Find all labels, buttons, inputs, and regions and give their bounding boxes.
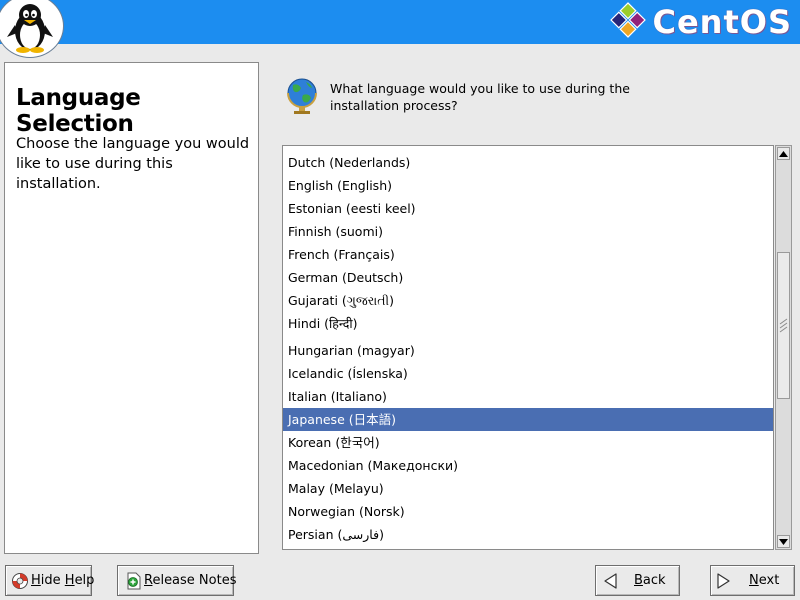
brand: CentOS [610,2,792,42]
language-option[interactable]: Japanese (日本語) [283,408,773,431]
language-option[interactable]: Icelandic (Íslenska) [283,362,773,385]
release-notes-button[interactable]: Release Notes [117,565,237,596]
language-option[interactable]: Estonian (eesti keel) [283,197,773,220]
language-option[interactable]: Hungarian (magyar) [283,339,773,362]
arrow-down-icon [779,538,788,545]
language-option[interactable]: Finnish (suomi) [283,220,773,243]
help-text: Choose the language you would like to us… [16,136,250,192]
lifebuoy-icon [11,572,29,590]
brand-name: CentOS [652,3,792,41]
language-option[interactable]: Korean (한국어) [283,431,773,454]
language-question: What language would you like to use duri… [330,81,630,113]
language-option[interactable]: Dutch (Nederlands) [283,151,773,174]
back-label: Back [634,573,666,588]
language-option[interactable]: French (Français) [283,243,773,266]
language-list[interactable]: Dutch (Nederlands) English (English) Eston… [282,145,774,550]
language-option[interactable]: Persian (فارسی) [283,523,773,546]
scroll-up-button[interactable] [777,147,790,160]
grip-icon [779,318,788,333]
next-label: Next [749,573,780,588]
scroll-thumb[interactable] [777,252,790,399]
language-option[interactable]: German (Deutsch) [283,266,773,289]
hide-help-button[interactable]: Hide Help [5,565,95,596]
tux-penguin-icon [0,0,64,58]
language-option[interactable]: Hindi (हिन्दी) [283,312,773,335]
language-option[interactable]: English (English) [283,174,773,197]
centos-logo-icon [610,2,647,42]
globe-icon [284,76,320,116]
document-add-icon [126,572,142,590]
header-bar: CentOS [0,0,800,58]
arrow-up-icon [779,150,788,157]
release-notes-label: Release Notes [144,573,237,588]
page-title: Language Selection [16,85,141,137]
back-button[interactable]: Back [595,565,680,596]
hide-help-label: Hide Help [31,573,95,588]
language-list-scrollbar[interactable] [775,145,792,550]
language-option[interactable]: Malay (Melayu) [283,477,773,500]
language-option[interactable]: Italian (Italiano) [283,385,773,408]
scroll-down-button[interactable] [777,535,790,548]
arrow-right-icon [717,572,731,589]
help-panel: Language Selection Choose the language y… [4,62,259,554]
arrow-left-icon [603,572,617,589]
language-option[interactable]: Gujarati (ગુજરાતી) [283,289,773,312]
language-option[interactable]: Norwegian (Norsk) [283,500,773,523]
next-button[interactable]: Next [710,565,795,596]
language-option[interactable]: Macedonian (Македонски) [283,454,773,477]
